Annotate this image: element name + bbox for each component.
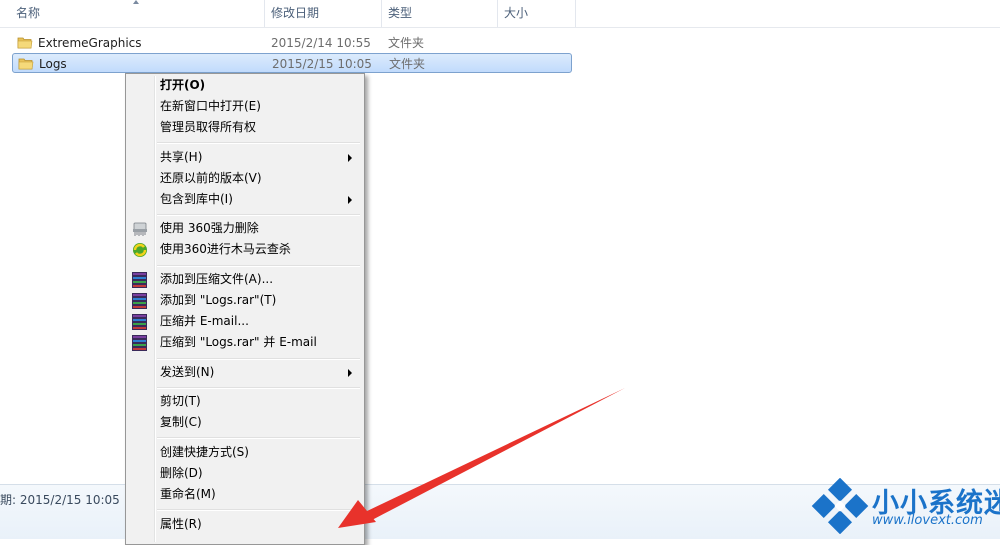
annotation-arrow xyxy=(338,388,625,528)
arrow-shaft xyxy=(365,388,625,520)
